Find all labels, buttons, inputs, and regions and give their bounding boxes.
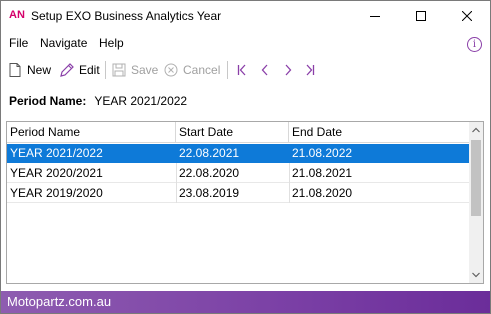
edit-button[interactable]: Edit xyxy=(59,58,100,82)
table-row[interactable]: YEAR 2020/2021 22.08.2020 21.08.2021 xyxy=(7,164,469,183)
menu-file[interactable]: File xyxy=(9,36,28,50)
status-footer: Motopartz.com.au xyxy=(1,291,490,313)
column-divider xyxy=(176,163,177,203)
cell-end-date: 21.08.2022 xyxy=(292,146,353,160)
chevron-down-icon xyxy=(472,272,480,278)
column-header-period-name[interactable]: Period Name xyxy=(7,122,176,143)
new-label: New xyxy=(27,63,52,77)
new-button[interactable]: New xyxy=(7,58,51,82)
new-document-icon xyxy=(9,63,21,77)
app-window: AN Setup EXO Business Analytics Year Fil… xyxy=(0,0,491,314)
column-header-start-date[interactable]: Start Date xyxy=(176,122,289,143)
next-record-icon[interactable] xyxy=(280,62,296,78)
minimize-button[interactable] xyxy=(352,1,398,31)
info-icon[interactable]: i xyxy=(467,37,482,52)
cell-period-name: YEAR 2021/2022 xyxy=(10,146,103,160)
cell-period-name: YEAR 2019/2020 xyxy=(10,186,103,200)
app-logo: AN xyxy=(9,9,25,21)
toolbar: New Edit Save Cancel xyxy=(1,58,490,82)
row-divider xyxy=(7,202,469,203)
grid-header: Period Name Start Date End Date xyxy=(7,122,469,143)
table-row[interactable]: YEAR 2019/2020 23.08.2019 21.08.2020 xyxy=(7,184,469,203)
toolbar-divider xyxy=(105,61,106,79)
chevron-up-icon xyxy=(472,127,480,133)
column-header-end-date[interactable]: End Date xyxy=(289,122,469,143)
cancel-icon xyxy=(164,63,178,77)
window-title: Setup EXO Business Analytics Year xyxy=(31,9,222,23)
save-label: Save xyxy=(131,63,159,77)
period-name-row: Period Name: YEAR 2021/2022 xyxy=(9,94,187,110)
row-divider xyxy=(7,182,469,183)
period-name-value: YEAR 2021/2022 xyxy=(94,94,188,108)
save-icon xyxy=(112,63,126,77)
close-button[interactable] xyxy=(444,1,490,31)
minimize-icon xyxy=(370,16,380,17)
edit-label: Edit xyxy=(79,63,100,77)
period-grid: Period Name Start Date End Date YEAR 202… xyxy=(6,121,484,284)
pencil-icon xyxy=(60,63,74,77)
save-button[interactable]: Save xyxy=(111,58,158,82)
cell-start-date: 23.08.2019 xyxy=(179,186,240,200)
cell-end-date: 21.08.2021 xyxy=(292,166,353,180)
column-divider xyxy=(289,163,290,203)
toolbar-divider xyxy=(227,61,228,79)
first-record-icon[interactable] xyxy=(234,62,250,78)
menu-help[interactable]: Help xyxy=(99,36,124,50)
cell-period-name: YEAR 2020/2021 xyxy=(10,166,103,180)
company-name: Motopartz.com.au xyxy=(7,294,112,309)
title-bar[interactable]: AN Setup EXO Business Analytics Year xyxy=(1,1,490,31)
table-row[interactable]: YEAR 2021/2022 22.08.2021 21.08.2022 xyxy=(7,144,469,163)
menu-navigate[interactable]: Navigate xyxy=(40,36,87,50)
maximize-button[interactable] xyxy=(398,1,444,31)
last-record-icon[interactable] xyxy=(302,62,318,78)
scroll-down-button[interactable] xyxy=(469,267,483,283)
vertical-scrollbar[interactable] xyxy=(469,122,483,283)
menu-bar: File Navigate Help i xyxy=(1,34,490,54)
cancel-label: Cancel xyxy=(183,63,221,77)
cell-start-date: 22.08.2021 xyxy=(179,146,240,160)
scroll-up-button[interactable] xyxy=(469,122,483,138)
period-name-label: Period Name: xyxy=(9,94,87,108)
cell-start-date: 22.08.2020 xyxy=(179,166,240,180)
scrollbar-thumb[interactable] xyxy=(471,140,481,216)
close-icon xyxy=(462,11,472,21)
cancel-button[interactable]: Cancel xyxy=(163,58,220,82)
previous-record-icon[interactable] xyxy=(257,62,273,78)
maximize-icon xyxy=(416,11,426,21)
cell-end-date: 21.08.2020 xyxy=(292,186,353,200)
